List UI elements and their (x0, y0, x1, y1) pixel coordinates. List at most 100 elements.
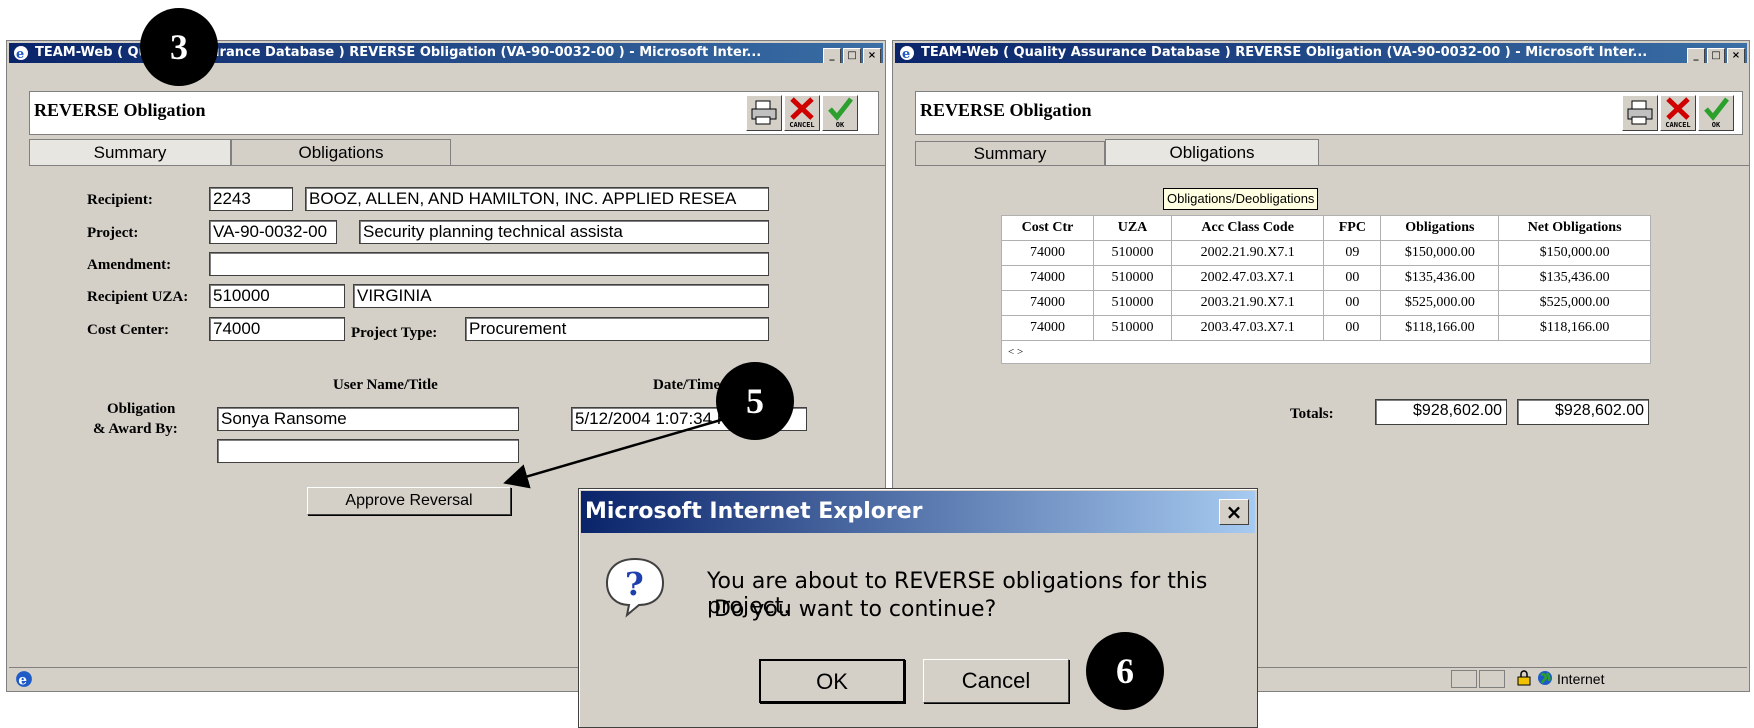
user-name-title-header: User Name/Title (333, 377, 438, 393)
project-type-field[interactable]: Procurement (465, 317, 769, 341)
page-title: REVERSE Obligation (34, 100, 206, 120)
tab-summary[interactable]: Summary (915, 141, 1105, 165)
printer-icon (751, 100, 777, 125)
table-cell: 510000 (1092, 290, 1173, 316)
svg-text:e: e (902, 47, 910, 61)
red-x-icon (790, 97, 814, 120)
tab-summary[interactable]: Summary (29, 139, 231, 165)
obligations-panel (915, 165, 1749, 167)
step-marker-3: 3 (140, 8, 218, 86)
table-cell: 2003.47.03.X7.1 (1171, 315, 1325, 341)
table-cell: $135,436.00 (1380, 265, 1500, 291)
dialog-title: Microsoft Internet Explorer (585, 499, 923, 524)
table-row[interactable]: 74000 510000 2002.47.03.X7.1 00 $135,436… (1001, 265, 1651, 291)
table-cell: 510000 (1092, 240, 1173, 266)
table-cell: 00 (1323, 315, 1382, 341)
amendment-field[interactable] (209, 252, 769, 276)
ie-logo-icon: e (900, 46, 914, 61)
column-header[interactable]: Obligations (1380, 215, 1500, 241)
table-row[interactable]: 74000 510000 2003.21.90.X7.1 00 $525,000… (1001, 290, 1651, 316)
user-name-field[interactable]: Sonya Ransome (217, 407, 519, 431)
recipient-id-field[interactable]: 2243 (209, 187, 293, 211)
printer-icon (1627, 100, 1653, 125)
right-window-titlebar[interactable]: e TEAM-Web ( Quality Assurance Database … (895, 43, 1747, 63)
table-pager[interactable]: < > (1001, 340, 1651, 364)
red-x-icon (1666, 97, 1690, 120)
table-cell: 74000 (1001, 290, 1094, 316)
maximize-button[interactable]: □ (1707, 48, 1725, 63)
table-cell: 2003.21.90.X7.1 (1171, 290, 1325, 316)
svg-text:?: ? (625, 565, 644, 603)
print-button[interactable] (1622, 95, 1658, 131)
ok-button[interactable]: OK (822, 95, 858, 131)
ok-caption: OK (1711, 121, 1721, 129)
green-check-icon (1704, 97, 1729, 121)
uza-code-field[interactable]: 510000 (209, 284, 345, 308)
print-button[interactable] (746, 95, 782, 131)
user-title-field[interactable] (217, 439, 519, 463)
dialog-cancel-button[interactable]: Cancel (923, 659, 1069, 703)
table-cell: 74000 (1001, 265, 1094, 291)
dialog-close-button[interactable]: × (1219, 499, 1249, 525)
total-obligations-field: $928,602.00 (1375, 399, 1507, 425)
minimize-button[interactable]: _ (1687, 48, 1705, 63)
project-id-field[interactable]: VA-90-0032-00 (209, 220, 337, 244)
project-label: Project: (87, 225, 139, 241)
table-cell: 74000 (1001, 315, 1094, 341)
table-cell: $118,166.00 (1380, 315, 1500, 341)
pager-row: < > (1001, 340, 1651, 364)
column-header[interactable]: UZA (1092, 215, 1173, 241)
step-marker-5: 5 (716, 362, 794, 440)
ok-button[interactable]: OK (1698, 95, 1734, 131)
table-cell: $525,000.00 (1498, 290, 1651, 316)
cancel-button[interactable]: CANCEL (1660, 95, 1696, 131)
uza-name-field[interactable]: VIRGINIA (353, 284, 769, 308)
tab-obligations[interactable]: Obligations (231, 139, 451, 165)
table-row[interactable]: 74000 510000 2003.47.03.X7.1 00 $118,166… (1001, 315, 1651, 341)
svg-text:e: e (18, 673, 27, 688)
table-cell: $525,000.00 (1380, 290, 1500, 316)
svg-text:e: e (16, 47, 24, 61)
project-type-label: Project Type: (351, 325, 438, 341)
globe-icon (1538, 671, 1552, 685)
recipient-uza-label: Recipient UZA: (87, 289, 189, 305)
tab-obligations[interactable]: Obligations (1105, 139, 1319, 165)
totals-label: Totals: (1290, 406, 1334, 422)
minimize-button[interactable]: _ (823, 48, 841, 63)
cost-center-label: Cost Center: (87, 322, 170, 338)
table-row[interactable]: 74000 510000 2002.21.90.X7.1 09 $150,000… (1001, 240, 1651, 266)
column-header[interactable]: Net Obligations (1498, 215, 1651, 241)
summary-panel (29, 165, 885, 167)
cancel-button[interactable]: CANCEL (784, 95, 820, 131)
maximize-button[interactable]: □ (843, 48, 861, 63)
obligation-label: Obligation (107, 401, 176, 417)
lock-icon (1517, 670, 1531, 686)
column-header[interactable]: Acc Class Code (1171, 215, 1325, 241)
left-header-bar: REVERSE Obligation CANCEL OK (29, 91, 879, 135)
table-cell: 00 (1323, 290, 1382, 316)
right-window-title: TEAM-Web ( Quality Assurance Database ) … (921, 45, 1648, 60)
right-header-bar: REVERSE Obligation CANCEL OK (915, 91, 1743, 135)
recipient-name-field[interactable]: BOOZ, ALLEN, AND HAMILTON, INC. APPLIED … (305, 187, 769, 211)
status-pane (1479, 670, 1505, 688)
dialog-ok-button[interactable]: OK (759, 659, 905, 703)
close-button[interactable]: × (863, 48, 881, 63)
table-cell: $150,000.00 (1498, 240, 1651, 266)
step-marker-6: 6 (1086, 632, 1164, 710)
cost-center-field[interactable]: 74000 (209, 317, 345, 341)
table-cell: 510000 (1092, 265, 1173, 291)
page-title: REVERSE Obligation (920, 100, 1092, 120)
approve-reversal-button[interactable]: Approve Reversal (307, 487, 511, 515)
total-net-obligations-field: $928,602.00 (1517, 399, 1649, 425)
close-button[interactable]: × (1727, 48, 1745, 63)
table-cell: 2002.47.03.X7.1 (1171, 265, 1325, 291)
table-cell: $150,000.00 (1380, 240, 1500, 266)
dialog-titlebar[interactable]: Microsoft Internet Explorer × (581, 491, 1255, 533)
column-header[interactable]: Cost Ctr (1001, 215, 1094, 241)
table-caption: Obligations/Deobligations (1163, 188, 1319, 210)
ie-logo-icon: e (14, 46, 28, 61)
column-header[interactable]: FPC (1323, 215, 1382, 241)
project-description-field[interactable]: Security planning technical assista (359, 220, 769, 244)
amendment-label: Amendment: (87, 257, 172, 273)
table-cell: 74000 (1001, 240, 1094, 266)
